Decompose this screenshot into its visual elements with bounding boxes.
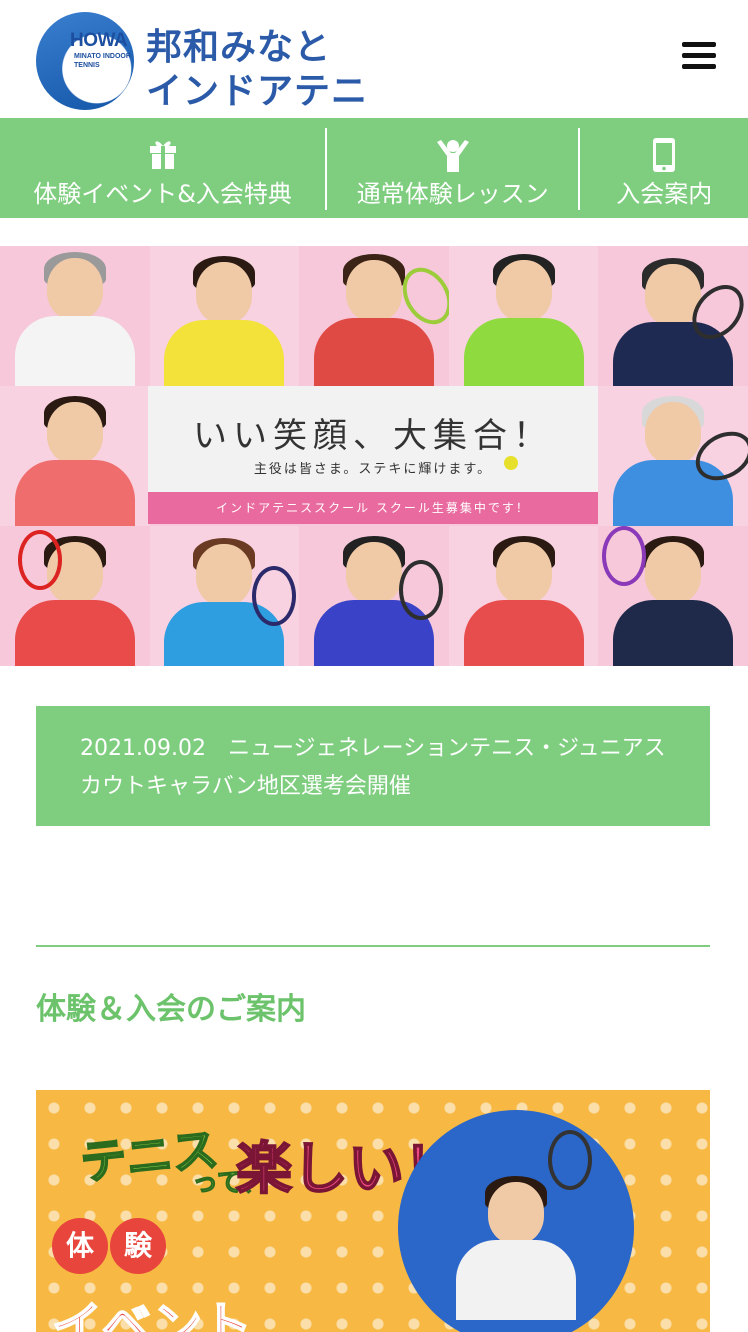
hero-photo-tile	[598, 246, 748, 386]
tennis-ball-icon	[504, 456, 518, 470]
hero-photo-tile	[448, 246, 599, 386]
hero-photo-tile	[598, 526, 748, 666]
section-divider	[36, 945, 710, 947]
hero-photo-tile	[448, 526, 599, 666]
news-date: 2021.09.02	[80, 736, 206, 761]
banner-text-event: イベント	[51, 1296, 253, 1332]
hero-banner[interactable]: いい笑顔、大集合！ 主役は皆さま。ステキに輝けます。 インドアテニススクール ス…	[0, 246, 748, 666]
hero-caption-card: いい笑顔、大集合！ 主役は皆さま。ステキに輝けます。 インドアテニススクール ス…	[148, 386, 598, 524]
section-title: 体験＆入会のご案内	[36, 992, 306, 1027]
hero-photo-tile	[0, 526, 150, 666]
nav-item-trial-event[interactable]: 体験イベント&入会特典	[0, 118, 325, 218]
nav-item-membership-guide[interactable]: 入会案内	[580, 118, 748, 218]
hero-photo-tile	[299, 246, 449, 386]
nav-item-label: 体験イベント&入会特典	[33, 180, 292, 208]
nav-item-regular-lesson[interactable]: 通常体験レッスン	[327, 118, 578, 218]
hero-title: いい笑顔、大集合！	[193, 416, 553, 456]
logo-badge-text: HOWA	[70, 30, 128, 51]
nav-item-label: 通常体験レッスン	[356, 180, 549, 208]
hero-subtitle: 主役は皆さま。ステキに輝けます。	[253, 462, 493, 477]
hero-photo-tile	[598, 386, 748, 526]
hero-photo-tile	[149, 526, 300, 666]
banner-badge-tai: 体	[52, 1218, 108, 1274]
hero-photo-tile	[299, 526, 449, 666]
news-item[interactable]: 2021.09.02 ニュージェネレーションテニス・ジュニアスカウトキャラバン地…	[36, 706, 710, 826]
hamburger-menu-icon[interactable]	[682, 42, 716, 70]
hero-photo-tile	[0, 246, 150, 386]
banner-badge-ken: 験	[110, 1218, 166, 1274]
banner-player-photo	[398, 1110, 634, 1332]
site-header: HOWA MINATO INDOOR TENNIS 邦和みなと インドアテニス	[0, 0, 748, 164]
trial-event-banner[interactable]: テニス って、 楽しい！ 体 験 イベント	[36, 1090, 710, 1332]
logo-badge-subtext: MINATO INDOOR TENNIS	[74, 53, 131, 69]
hero-photo-tile	[0, 386, 150, 526]
main-nav: 体験イベント&入会特典 通常体験レッスン 入会案内	[0, 118, 748, 218]
site-logo[interactable]: HOWA MINATO INDOOR TENNIS 邦和みなと インドアテニス	[36, 10, 396, 164]
nav-item-label: 入会案内	[616, 180, 713, 208]
person-cheer-icon	[436, 140, 469, 172]
hero-photo-tile	[149, 246, 300, 386]
gift-icon	[149, 141, 176, 169]
hero-recruit-band: インドアテニススクール スクール生募集中です！	[148, 492, 598, 524]
smartphone-icon	[653, 138, 676, 172]
